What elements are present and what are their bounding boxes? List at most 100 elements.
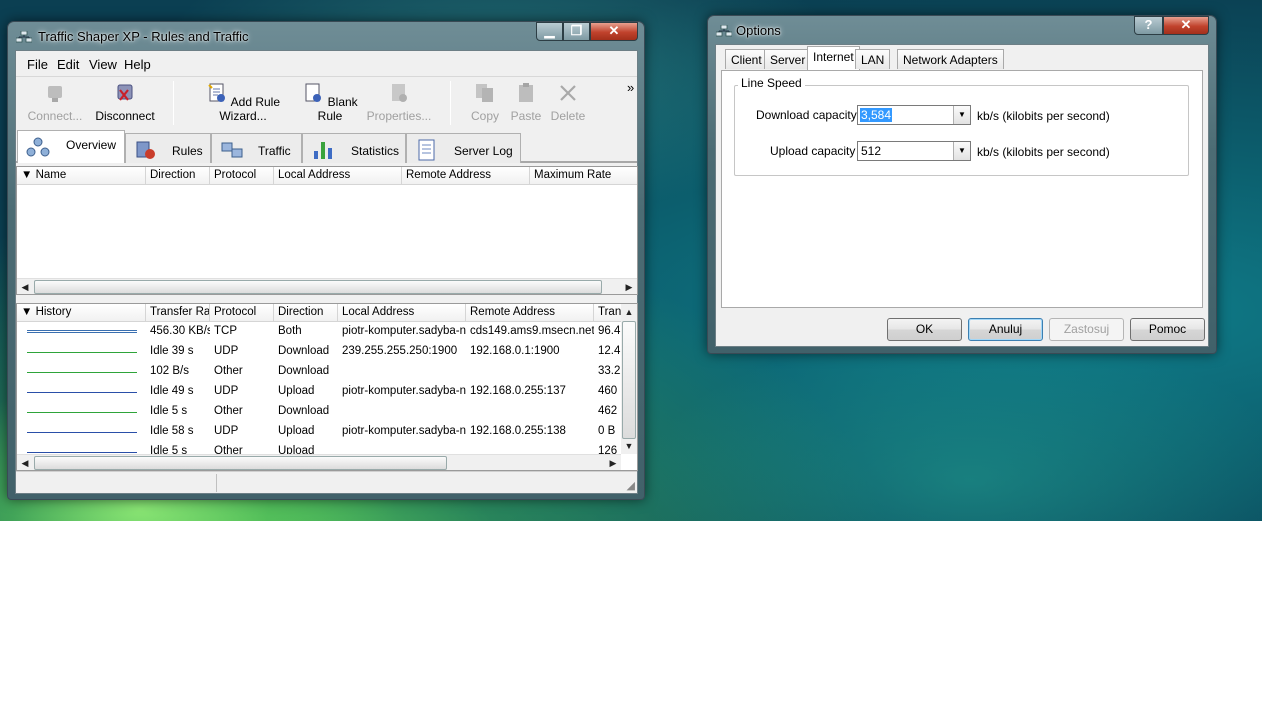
column-header[interactable]: Direction: [274, 304, 338, 322]
rules-hscrollbar[interactable]: ◀ ▶: [17, 278, 637, 294]
ok-button[interactable]: OK: [887, 318, 962, 341]
cancel-button[interactable]: Anuluj: [968, 318, 1043, 341]
tab-rules-label: Rules: [172, 144, 203, 158]
history-cell-rate: Idle 39 s: [150, 345, 194, 357]
connect-button[interactable]: Connect...: [20, 82, 90, 123]
copy-button[interactable]: Copy: [464, 82, 506, 123]
tab-network-adapters[interactable]: Network Adapters: [897, 49, 1004, 69]
history-hscrollbar[interactable]: ◀ ▶: [17, 454, 621, 470]
tab-lan[interactable]: LAN: [855, 49, 891, 69]
history-cell-transfer: 96.47: [598, 325, 622, 337]
disconnect-button[interactable]: Disconnect: [90, 82, 160, 123]
add-rule-wizard-label: Add Rule Wizard...: [219, 95, 281, 123]
close-button[interactable]: ✕: [590, 22, 638, 41]
toolbar-separator: [173, 81, 174, 125]
tab-rules[interactable]: Rules: [125, 133, 211, 163]
scroll-down-arrow[interactable]: ▼: [621, 438, 637, 454]
help-title-button[interactable]: ?: [1134, 16, 1163, 35]
scroll-thumb[interactable]: [34, 456, 447, 470]
traffic-sparkline: [27, 392, 137, 393]
options-title: Options: [736, 23, 781, 38]
maximize-button[interactable]: ❐: [563, 22, 590, 41]
tab-server[interactable]: Server: [764, 49, 812, 69]
column-header[interactable]: Maximum Rate: [530, 167, 637, 185]
download-capacity-combo[interactable]: 3,584 ▼: [857, 105, 971, 125]
options-titlebar[interactable]: Options ? ✕: [708, 16, 1216, 44]
column-header[interactable]: Protocol: [210, 304, 274, 322]
scroll-thumb[interactable]: [34, 280, 602, 294]
properties-label: Properties...: [366, 109, 432, 123]
toolbar-overflow-chevron[interactable]: »: [627, 80, 634, 95]
history-cell-remote: 192.168.0.255:137: [470, 385, 566, 397]
history-cell-rate: 102 B/s: [150, 365, 189, 377]
disconnect-icon: [117, 84, 133, 101]
delete-button[interactable]: Delete: [546, 82, 590, 123]
overview-icon: [26, 137, 50, 157]
help-button[interactable]: Pomoc: [1130, 318, 1205, 341]
history-row[interactable]: Idle 39 s UDP Download 239.255.255.250:1900…: [17, 342, 622, 362]
scroll-right-arrow[interactable]: ▶: [605, 455, 621, 470]
tab-server-log[interactable]: Server Log: [406, 133, 521, 163]
traffic-sparkline: [27, 372, 137, 373]
column-header[interactable]: Direction: [146, 167, 210, 185]
rules-list[interactable]: ▼ Name Direction Protocol Local Address …: [16, 166, 638, 295]
scroll-right-arrow[interactable]: ▶: [621, 279, 637, 294]
blank-rule-button[interactable]: Blank Rule: [298, 82, 362, 123]
blank-rule-label: Blank Rule: [317, 95, 358, 123]
delete-label: Delete: [550, 109, 586, 123]
traffic-sparkline: [27, 330, 137, 333]
apply-button[interactable]: Zastosuj: [1049, 318, 1124, 341]
copy-label: Copy: [470, 109, 499, 123]
tab-internet[interactable]: Internet: [807, 46, 860, 70]
rules-icon: [136, 141, 155, 159]
column-header[interactable]: ▼ Name: [17, 167, 146, 185]
menu-help[interactable]: Help: [124, 57, 151, 72]
column-header[interactable]: ▼ History: [17, 304, 146, 322]
minimize-button[interactable]: ▁: [536, 22, 563, 41]
column-header[interactable]: Local Address: [338, 304, 466, 322]
tab-statistics-label: Statistics: [351, 144, 400, 158]
close-button[interactable]: ✕: [1163, 16, 1209, 35]
column-header[interactable]: Tran: [594, 304, 624, 322]
tab-traffic-label: Traffic: [258, 144, 291, 158]
scroll-left-arrow[interactable]: ◀: [17, 455, 33, 470]
options-dialog: Options ? ✕ Client Server Internet LAN N…: [707, 15, 1217, 354]
history-row[interactable]: 102 B/s Other Download 33.22: [17, 362, 622, 382]
column-header[interactable]: Remote Address: [402, 167, 530, 185]
chevron-down-icon[interactable]: ▼: [953, 142, 970, 160]
history-row[interactable]: 456.30 KB/s TCP Both piotr-komputer.sadyba-…: [17, 322, 622, 342]
menu-edit[interactable]: Edit: [57, 57, 79, 72]
resize-grip-icon[interactable]: ◢: [627, 479, 635, 492]
history-vscrollbar[interactable]: ▲ ▼: [621, 304, 637, 454]
history-cell-rate: 456.30 KB/s: [150, 325, 210, 337]
connect-icon: [48, 86, 62, 102]
history-cell-protocol: UDP: [214, 385, 239, 397]
scroll-left-arrow[interactable]: ◀: [17, 279, 33, 294]
tab-client[interactable]: Client: [725, 49, 768, 69]
tab-statistics[interactable]: Statistics: [302, 133, 406, 163]
tab-overview[interactable]: Overview: [17, 130, 125, 163]
main-titlebar[interactable]: Traffic Shaper XP - Rules and Traffic ▁ …: [8, 22, 644, 50]
upload-capacity-combo[interactable]: 512 ▼: [857, 141, 971, 161]
scroll-up-arrow[interactable]: ▲: [621, 304, 637, 320]
tab-traffic[interactable]: Traffic: [211, 133, 302, 163]
history-row[interactable]: Idle 58 s UDP Upload piotr-komputer.sadyba-…: [17, 422, 621, 442]
properties-button[interactable]: Properties...: [364, 82, 434, 123]
history-list[interactable]: ▼ History Transfer Ra Protocol Direction…: [16, 303, 638, 471]
history-row[interactable]: Idle 5 s Other Download 462 I: [17, 402, 622, 422]
menu-view[interactable]: View: [89, 57, 117, 72]
column-header[interactable]: Local Address: [274, 167, 402, 185]
column-header[interactable]: Transfer Ra: [146, 304, 210, 322]
column-header[interactable]: Protocol: [210, 167, 274, 185]
chevron-down-icon[interactable]: ▼: [953, 106, 970, 124]
history-row[interactable]: Idle 49 s UDP Upload piotr-komputer.sadyba-…: [17, 382, 622, 402]
scroll-thumb[interactable]: [622, 321, 636, 439]
history-cell-local: piotr-komputer.sadyba-ne: [342, 425, 466, 437]
column-header[interactable]: Remote Address: [466, 304, 594, 322]
paste-button[interactable]: Paste: [506, 82, 546, 123]
traffic-sparkline: [27, 432, 137, 433]
menu-file[interactable]: File: [27, 57, 48, 72]
add-rule-wizard-button[interactable]: Add Rule Wizard...: [188, 82, 298, 123]
history-cell-protocol: Other: [214, 405, 243, 417]
main-tab-strip: Overview Rules Traffic Statistics Server…: [16, 129, 637, 163]
